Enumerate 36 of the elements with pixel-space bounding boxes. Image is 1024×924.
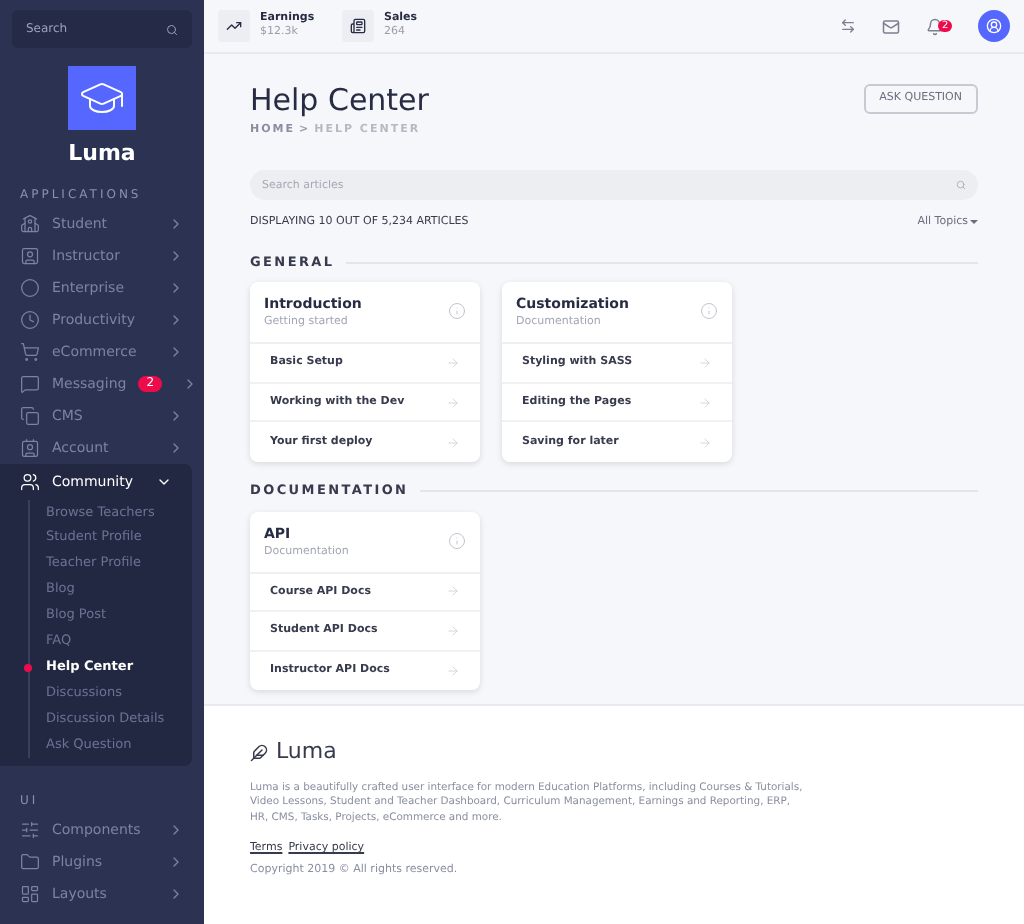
feather-icon bbox=[250, 743, 268, 762]
page-title: Help Center bbox=[250, 82, 429, 118]
arrow-right-icon bbox=[446, 356, 460, 370]
arrow-right-icon bbox=[698, 395, 712, 409]
clock-icon bbox=[20, 310, 40, 330]
chat-icon bbox=[20, 374, 40, 394]
school-icon bbox=[20, 214, 40, 234]
contact-icon bbox=[20, 438, 40, 458]
brand-name: Luma bbox=[68, 140, 136, 168]
search-icon bbox=[956, 180, 966, 191]
portrait-icon bbox=[20, 246, 40, 266]
footer-brand: Luma bbox=[276, 736, 337, 768]
search-icon bbox=[166, 23, 178, 35]
arrow-right-icon bbox=[446, 395, 460, 409]
arrow-right-icon bbox=[446, 435, 460, 449]
copy-icon bbox=[20, 406, 40, 426]
mail-icon[interactable] bbox=[882, 17, 900, 35]
caret-icon bbox=[970, 220, 978, 225]
trend-icon bbox=[218, 10, 250, 42]
avatar[interactable] bbox=[978, 10, 1010, 42]
layout-icon bbox=[20, 883, 40, 904]
newspaper-icon bbox=[342, 10, 374, 42]
arrow-right-icon bbox=[446, 623, 460, 638]
arrow-right-icon bbox=[446, 663, 460, 678]
bell-icon[interactable] bbox=[926, 17, 944, 35]
sliders-icon bbox=[20, 819, 40, 840]
arrow-right-icon bbox=[698, 435, 712, 449]
cart-icon bbox=[20, 342, 40, 362]
swap-icon[interactable] bbox=[840, 18, 856, 34]
circle-icon bbox=[20, 278, 40, 298]
arrow-right-icon bbox=[698, 356, 712, 370]
folder-icon bbox=[20, 851, 40, 872]
users-icon bbox=[20, 472, 40, 492]
chevron-down-icon bbox=[156, 474, 172, 490]
logo bbox=[68, 66, 136, 130]
arrow-right-icon bbox=[446, 584, 460, 599]
